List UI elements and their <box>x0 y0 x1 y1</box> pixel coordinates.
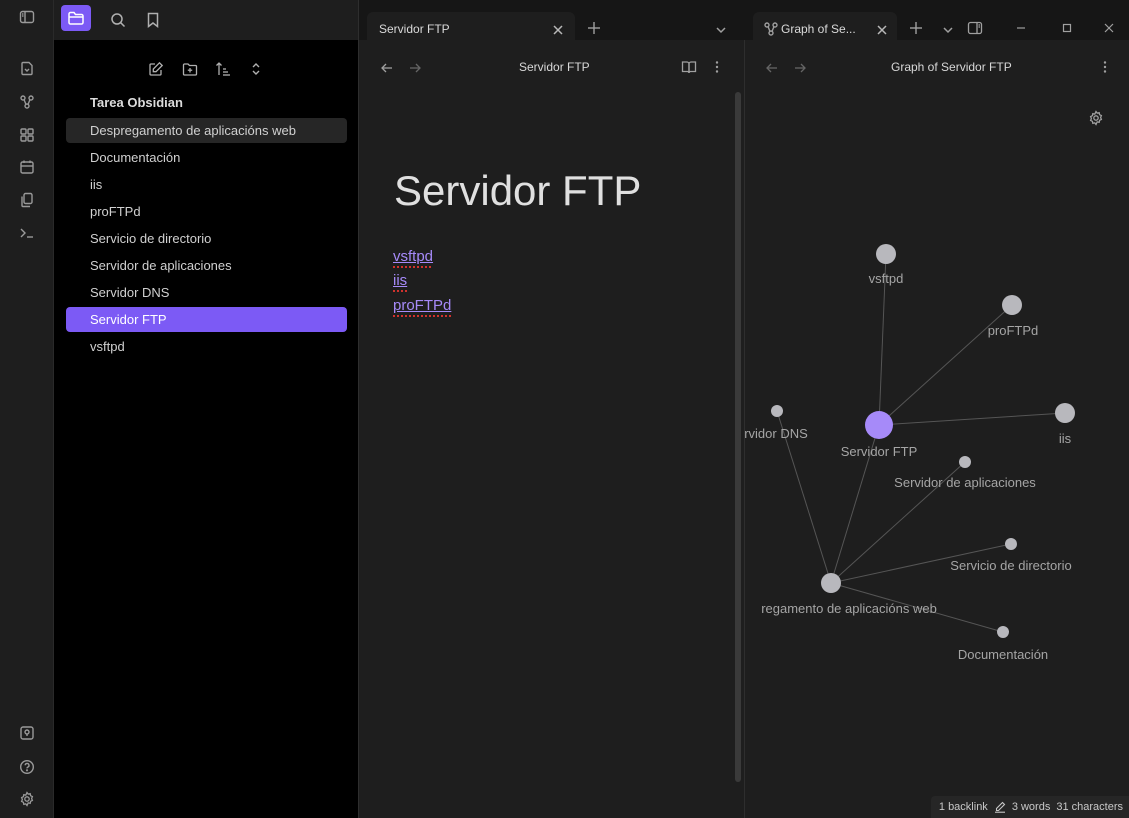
sort-icon[interactable] <box>215 61 231 77</box>
file-item[interactable]: Servicio de directorio <box>66 226 347 251</box>
graph-node-label: rvidor DNS <box>745 426 808 441</box>
note-link-proftpd[interactable]: proFTPd <box>393 297 452 317</box>
open-quick-switcher-icon[interactable] <box>19 60 35 76</box>
graph-node-servidor-aplicaciones[interactable]: Servidor de aplicaciones <box>894 456 1036 490</box>
reading-view-icon[interactable] <box>681 59 697 75</box>
file-item[interactable]: Servidor de aplicaciones <box>66 253 347 278</box>
word-count: 3 words <box>1011 801 1051 813</box>
graph-node-label: vsftpd <box>869 271 904 286</box>
tab-servidor-ftp[interactable]: Servidor FTP <box>367 12 575 46</box>
more-options-icon[interactable] <box>709 59 725 75</box>
character-count: 31 characters <box>1056 801 1123 813</box>
maximize-icon[interactable] <box>1059 20 1075 36</box>
tab-title: Graph of Se... <box>781 22 856 36</box>
graph-edge <box>878 412 1066 426</box>
new-folder-icon[interactable] <box>182 61 198 77</box>
close-icon[interactable] <box>875 23 889 37</box>
bookmark-icon[interactable] <box>144 11 162 29</box>
file-explorer-sidebar: Tarea Obsidian Despregamento de aplicaci… <box>54 0 358 818</box>
forward-arrow-icon[interactable] <box>792 60 808 76</box>
note-title: Servidor FTP <box>394 167 642 214</box>
view-header-title[interactable]: Graph of Servidor FTP <box>891 60 1012 74</box>
graph-node-label: Servidor FTP <box>841 444 918 459</box>
editor-scrollbar[interactable] <box>735 92 741 782</box>
note-link-iis[interactable]: iis <box>393 272 408 292</box>
more-options-icon[interactable] <box>1097 59 1113 75</box>
ribbon <box>0 0 54 818</box>
file-item[interactable]: Documentación <box>66 145 347 170</box>
vault-switcher-icon[interactable] <box>19 725 35 741</box>
settings-icon[interactable] <box>19 791 35 807</box>
forward-arrow-icon[interactable] <box>407 60 423 76</box>
graph-tab-bar: Graph of Se... <box>745 0 1129 46</box>
sidebar-tab-bar <box>54 0 358 40</box>
view-header-title[interactable]: Servidor FTP <box>519 60 590 74</box>
graph-canvas[interactable]: vsftpd proFTPd rvidor DNS iis Servidor F… <box>745 85 1129 818</box>
new-tab-icon[interactable] <box>586 20 602 36</box>
back-arrow-icon[interactable] <box>379 60 395 76</box>
new-note-icon[interactable] <box>148 61 164 77</box>
graph-node-label: Servidor de aplicaciones <box>894 475 1036 490</box>
graph-node-servidor-dns[interactable]: rvidor DNS <box>745 405 808 441</box>
canvas-icon[interactable] <box>19 127 35 143</box>
graph-view-icon[interactable] <box>19 94 35 110</box>
tab-title: Servidor FTP <box>379 22 450 36</box>
editing-mode-icon[interactable] <box>994 801 1006 813</box>
graph-node-label: regamento de aplicacións web <box>761 601 937 616</box>
graph-node-label: proFTPd <box>988 323 1039 338</box>
backlink-count[interactable]: 1 backlink <box>939 801 988 813</box>
back-arrow-icon[interactable] <box>764 60 780 76</box>
file-item[interactable]: Despregamento de aplicacións web <box>66 118 347 143</box>
graph-node-label: Servicio de directorio <box>950 558 1071 573</box>
help-icon[interactable] <box>19 759 35 775</box>
command-palette-icon[interactable] <box>19 225 35 241</box>
daily-note-icon[interactable] <box>19 159 35 175</box>
note-link-vsftpd[interactable]: vsftpd <box>393 248 434 268</box>
graph-node-documentacion[interactable]: Documentación <box>958 626 1048 662</box>
file-item[interactable]: Servidor DNS <box>66 280 347 305</box>
folder-icon <box>68 11 84 25</box>
files-tab[interactable] <box>61 5 91 31</box>
graph-node-label: Documentación <box>958 647 1048 662</box>
chevron-down-icon[interactable] <box>713 22 729 38</box>
graph-node-servidor-ftp[interactable]: Servidor FTP <box>841 411 918 459</box>
right-sidebar-toggle-icon[interactable] <box>967 20 983 36</box>
templates-icon[interactable] <box>19 192 35 208</box>
close-icon[interactable] <box>551 23 565 37</box>
chevron-down-icon[interactable] <box>940 22 956 38</box>
window-close-icon[interactable] <box>1101 20 1117 36</box>
tab-graph[interactable]: Graph of Se... <box>753 12 897 46</box>
graph-node-iis[interactable]: iis <box>1055 403 1075 446</box>
collapse-all-icon[interactable] <box>248 61 264 77</box>
file-item[interactable]: Servidor FTP <box>66 307 347 332</box>
file-item[interactable]: vsftpd <box>66 334 347 359</box>
editor-tab-bar: Servidor FTP <box>359 0 746 46</box>
vault-name: Tarea Obsidian <box>90 95 183 110</box>
sidebar-toggle-icon[interactable] <box>19 9 35 25</box>
new-tab-icon[interactable] <box>908 20 924 36</box>
graph-node-label: iis <box>1059 431 1072 446</box>
search-icon[interactable] <box>109 11 127 29</box>
editor-pane: Servidor FTP Servidor FTP Servidor FTP v… <box>358 0 746 818</box>
graph-node-servicio-directorio[interactable]: Servicio de directorio <box>950 538 1072 573</box>
file-item[interactable]: iis <box>66 172 347 197</box>
graph-view-icon <box>763 21 778 36</box>
graph-edges <box>776 253 1066 633</box>
graph-pane: Graph of Se... Graph of Servidor FTP vsf… <box>745 0 1129 818</box>
minimize-icon[interactable] <box>1013 20 1029 36</box>
status-bar: 1 backlink 3 words 31 characters <box>930 796 1129 818</box>
file-item[interactable]: proFTPd <box>66 199 347 224</box>
graph-node-proftpd[interactable]: proFTPd <box>988 295 1039 338</box>
